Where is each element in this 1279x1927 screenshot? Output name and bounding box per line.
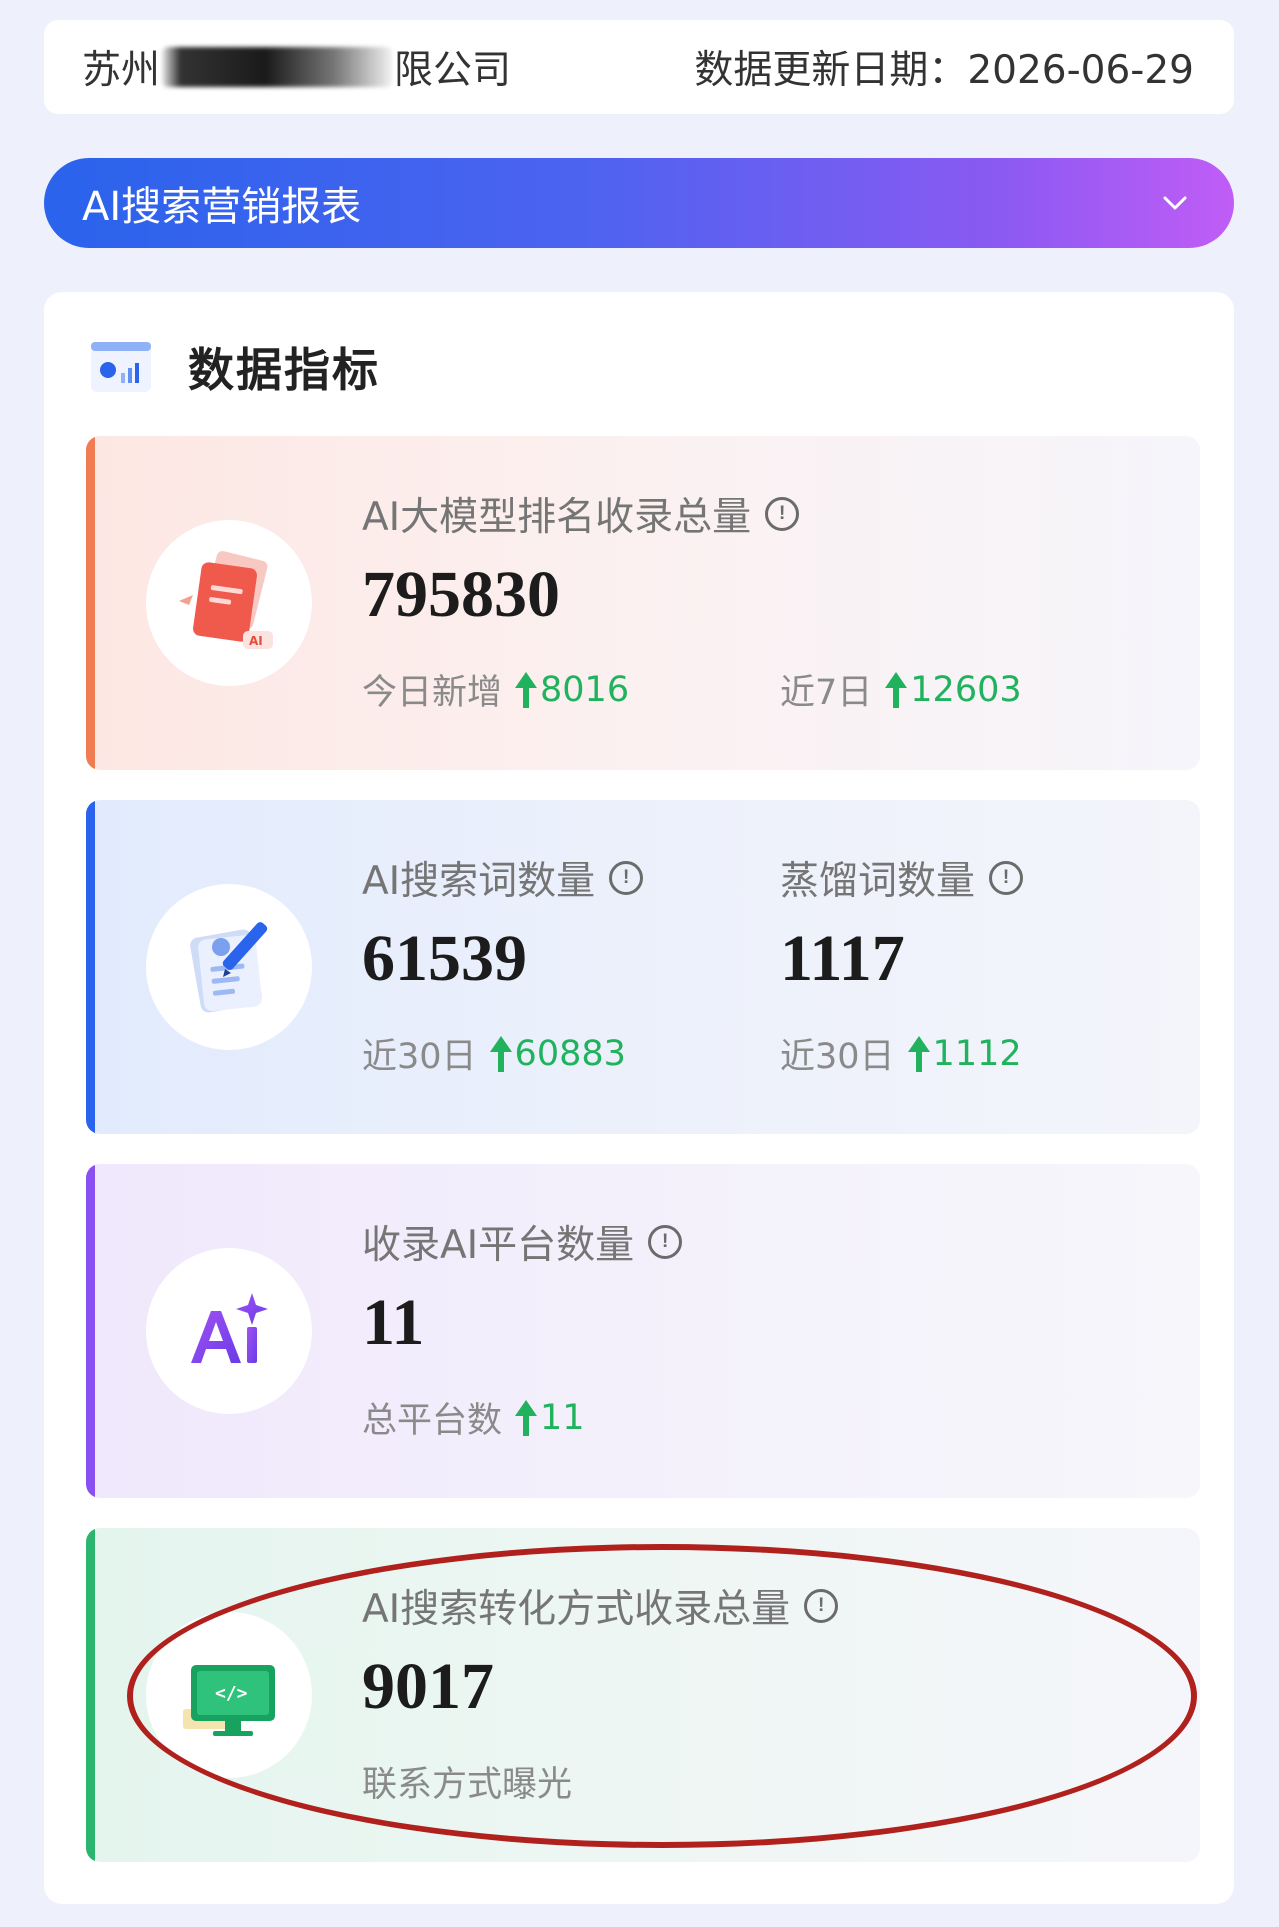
card-emblem: </>: [146, 1612, 312, 1778]
sub-label: 近30日: [362, 1037, 477, 1077]
info-icon[interactable]: !: [765, 497, 800, 531]
metric-sub-row: 近30日 60883: [362, 1028, 643, 1079]
notepad-pen-icon: [190, 922, 268, 1013]
svg-text:AI: AI: [249, 634, 263, 648]
sub-label: 总平台数: [362, 1401, 503, 1441]
metric-value: 61539: [362, 922, 527, 995]
card-accent-stripe: [86, 1528, 95, 1862]
delta-value: 12603: [910, 669, 1022, 710]
metric-label: 收录AI平台数量 !: [362, 1214, 683, 1270]
panel-title: 数据指标: [188, 343, 380, 397]
metric-card-search-words: AI搜索词数量 ! 61539 近30日 60883 蒸馏词数量 ! 1117 …: [86, 800, 1200, 1134]
metric-label: AI大模型排名收录总量 !: [362, 486, 1022, 542]
sub-label: 今日新增: [362, 673, 503, 713]
header-bar: 苏州 限公司 数据更新日期：2026-06-29: [44, 20, 1234, 114]
delta-value: 11: [540, 1397, 585, 1438]
document-ai-icon: AI: [179, 551, 273, 649]
delta-up: 1112: [907, 1034, 1022, 1074]
card-emblem: [146, 1248, 312, 1414]
svg-text:</>: </>: [215, 1683, 248, 1704]
delta-value: 8016: [540, 669, 630, 710]
metric-sub-row: 联系方式曝光: [362, 1756, 838, 1807]
info-icon[interactable]: !: [804, 1589, 839, 1623]
delta-up: 12603: [884, 669, 1022, 710]
card-accent-stripe: [86, 1164, 95, 1498]
info-icon[interactable]: !: [609, 861, 644, 895]
report-dropdown[interactable]: AI搜索营销报表: [44, 158, 1234, 248]
metrics-panel: 数据指标 AI AI大模型排名收录总量 ! 795830 今日新增 8016 近…: [44, 292, 1234, 1904]
arrow-up-icon: [515, 1399, 538, 1436]
delta-value: 60883: [514, 1033, 626, 1074]
metric-label-text: AI大模型排名收录总量: [362, 495, 752, 540]
dashboard-icon: [91, 342, 151, 392]
sub-today: 今日新增 8016: [362, 664, 780, 715]
sub-label: 近7日: [780, 673, 873, 713]
metric-search-word-count: AI搜索词数量 ! 61539 近30日 60883: [362, 850, 644, 1079]
update-date: 数据更新日期：2026-06-29: [694, 39, 1194, 95]
delta-up: 8016: [514, 670, 629, 710]
update-date-value: 2026-06-29: [967, 48, 1194, 93]
info-icon[interactable]: !: [648, 1225, 683, 1259]
company-name: 苏州 限公司: [82, 39, 511, 95]
metric-card-conversion: </> AI搜索转化方式收录总量 ! 9017 联系方式曝光: [86, 1528, 1200, 1862]
metric-ai-model-ranking: AI大模型排名收录总量 ! 795830 今日新增 8016 近7日 12603: [362, 486, 1022, 715]
card-emblem: [146, 884, 312, 1050]
arrow-up-icon: [515, 671, 538, 708]
card-accent-stripe: [86, 436, 95, 770]
metric-label-text: AI搜索词数量: [362, 859, 596, 904]
panel-header: 数据指标: [90, 334, 380, 400]
arrow-up-icon: [907, 1035, 930, 1072]
delta-up: 60883: [489, 1034, 626, 1074]
info-icon[interactable]: !: [989, 861, 1024, 895]
metric-value: 11: [362, 1286, 425, 1359]
company-name-suffix: 限公司: [394, 48, 512, 93]
metric-sub-row: 总平台数 11: [362, 1392, 682, 1443]
sub-7days: 近7日 12603: [780, 664, 1022, 715]
metric-label-text: AI搜索转化方式收录总量: [362, 1587, 791, 1632]
sub-label: 近30日: [780, 1037, 895, 1077]
metric-value: 1117: [780, 922, 905, 995]
company-name-prefix: 苏州: [82, 48, 161, 93]
metric-value: 9017: [362, 1650, 494, 1723]
delta-value: 1112: [932, 1033, 1022, 1074]
metric-sub-row: 近30日 1112: [780, 1028, 1023, 1079]
arrow-up-icon: [885, 671, 908, 708]
metric-label-text: 收录AI平台数量: [362, 1223, 635, 1268]
metric-label: 蒸馏词数量 !: [780, 850, 1024, 906]
arrow-up-icon: [489, 1035, 512, 1072]
code-monitor-icon: </>: [183, 1665, 275, 1736]
metric-ai-platform-count: 收录AI平台数量 ! 11 总平台数 11: [362, 1214, 683, 1443]
card-emblem: AI: [146, 520, 312, 686]
ai-sparkle-icon: [191, 1293, 268, 1363]
metric-value: 795830: [362, 558, 560, 631]
update-date-label: 数据更新日期：: [694, 48, 968, 93]
metric-distill-word-count: 蒸馏词数量 ! 1117 近30日 1112: [780, 850, 1024, 1079]
metric-card-ai-platforms: 收录AI平台数量 ! 11 总平台数 11: [86, 1164, 1200, 1498]
metric-label-text: 蒸馏词数量: [780, 859, 976, 904]
metric-card-ai-model-ranking: AI AI大模型排名收录总量 ! 795830 今日新增 8016 近7日 12…: [86, 436, 1200, 770]
redaction-mask: [162, 47, 393, 87]
report-dropdown-label: AI搜索营销报表: [82, 184, 362, 230]
delta-up: 11: [514, 1398, 585, 1438]
metric-label: AI搜索词数量 !: [362, 850, 644, 906]
sub-text: 联系方式曝光: [362, 1765, 573, 1805]
metric-conversion-total: AI搜索转化方式收录总量 ! 9017 联系方式曝光: [362, 1578, 839, 1807]
metric-sub-row: 今日新增 8016 近7日 12603: [362, 664, 1022, 715]
chevron-down-icon: [1163, 196, 1187, 210]
metric-label: AI搜索转化方式收录总量 !: [362, 1578, 839, 1634]
card-accent-stripe: [86, 800, 95, 1134]
